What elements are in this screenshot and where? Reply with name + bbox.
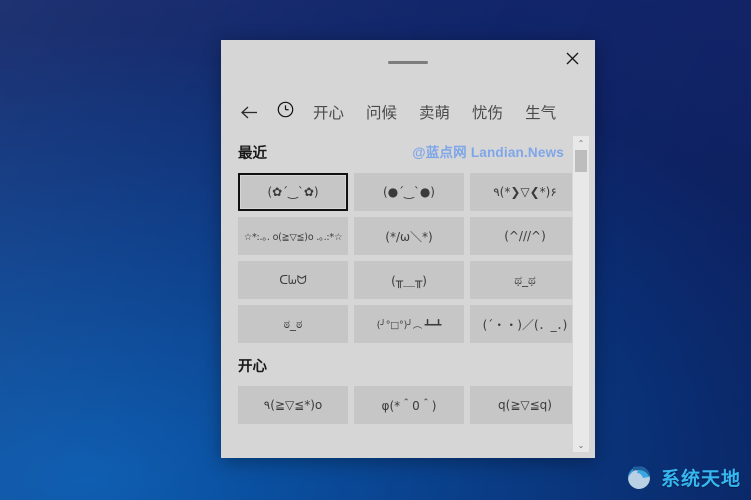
- scroll-area: 最近 @蓝点网 Landian.News (✿´‿`✿) (●´‿`●) ٩(*…: [221, 130, 572, 458]
- kaomoji-cell[interactable]: (●´‿`●): [354, 173, 464, 211]
- kaomoji-cell[interactable]: (^///^): [470, 217, 572, 255]
- kaomoji-cell[interactable]: (╯°□°)╯︵ ┻━┻: [354, 305, 464, 343]
- tab-label: 卖萌: [419, 105, 451, 122]
- kaomoji-cell[interactable]: ☆*:.｡. o(≧▽≦)o .｡.:*☆: [238, 217, 348, 255]
- tab-label: 问候: [366, 105, 398, 122]
- scroll-down-button[interactable]: ⌄: [573, 438, 589, 452]
- tab-angry[interactable]: 生气: [514, 94, 567, 130]
- kaomoji-cell[interactable]: ٩(≧▽≦*)o: [238, 386, 348, 424]
- back-button[interactable]: [229, 94, 269, 130]
- kaomoji-cell[interactable]: φ(*＾0＾): [354, 386, 464, 424]
- section-header-happy: 开心: [221, 343, 572, 386]
- brand-watermark: 系统天地: [624, 462, 741, 492]
- scrollbar-track[interactable]: [573, 150, 589, 438]
- scroll-up-button[interactable]: ⌃: [573, 136, 589, 150]
- kaomoji-content-area: 最近 @蓝点网 Landian.News (✿´‿`✿) (●´‿`●) ٩(*…: [221, 130, 595, 458]
- kaomoji-cell[interactable]: (*/ω＼*): [354, 217, 464, 255]
- tab-cute[interactable]: 卖萌: [408, 94, 461, 130]
- tab-label: 开心: [313, 105, 345, 122]
- clock-icon: [277, 101, 294, 123]
- kaomoji-cell[interactable]: (´・・)／(．_．): [470, 305, 572, 343]
- globe-icon: [624, 462, 654, 492]
- tab-label: 生气: [525, 105, 557, 122]
- kaomoji-grid-happy: ٩(≧▽≦*)o φ(*＾0＾) q(≧▽≦q): [221, 386, 572, 424]
- tab-recent[interactable]: [269, 94, 302, 130]
- titlebar: [221, 40, 595, 88]
- section-title: 开心: [238, 359, 267, 375]
- tab-greeting[interactable]: 问候: [355, 94, 408, 130]
- close-button[interactable]: [549, 40, 595, 76]
- tab-sad[interactable]: 忧伤: [461, 94, 514, 130]
- kaomoji-grid-recent: (✿´‿`✿) (●´‿`●) ٩(*❯▽❮*)۶ ☆*:.｡. o(≧▽≦)o…: [221, 173, 572, 343]
- close-icon: [566, 52, 578, 64]
- drag-handle[interactable]: [388, 61, 428, 64]
- site-watermark: @蓝点网 Landian.News: [412, 145, 564, 160]
- desktop-background: 开心 问候 卖萌 忧伤 生气 最近 @蓝点网 Landian.News (✿´‿…: [0, 0, 751, 500]
- arrow-left-icon: [240, 106, 257, 118]
- category-tab-strip: 开心 问候 卖萌 忧伤 生气: [221, 88, 595, 130]
- kaomoji-cell[interactable]: ᑕᘈᗢ: [238, 261, 348, 299]
- emoji-panel-window: 开心 问候 卖萌 忧伤 生气 最近 @蓝点网 Landian.News (✿´‿…: [221, 40, 595, 458]
- kaomoji-cell[interactable]: ٩(*❯▽❮*)۶: [470, 173, 572, 211]
- kaomoji-cell[interactable]: ಠ_ಠ: [238, 305, 348, 343]
- tab-happy[interactable]: 开心: [302, 94, 355, 130]
- kaomoji-cell[interactable]: ಥ_ಥ: [470, 261, 572, 299]
- kaomoji-cell[interactable]: (╥＿╥): [354, 261, 464, 299]
- kaomoji-cell[interactable]: q(≧▽≦q): [470, 386, 572, 424]
- brand-text: 系统天地: [660, 468, 741, 490]
- scrollbar-thumb[interactable]: [575, 150, 587, 172]
- kaomoji-cell[interactable]: (✿´‿`✿): [238, 173, 348, 211]
- tab-label: 忧伤: [472, 105, 504, 122]
- section-title: 最近: [238, 146, 267, 162]
- section-header-recent: 最近 @蓝点网 Landian.News: [221, 130, 572, 173]
- vertical-scrollbar[interactable]: ⌃ ⌄: [573, 136, 589, 452]
